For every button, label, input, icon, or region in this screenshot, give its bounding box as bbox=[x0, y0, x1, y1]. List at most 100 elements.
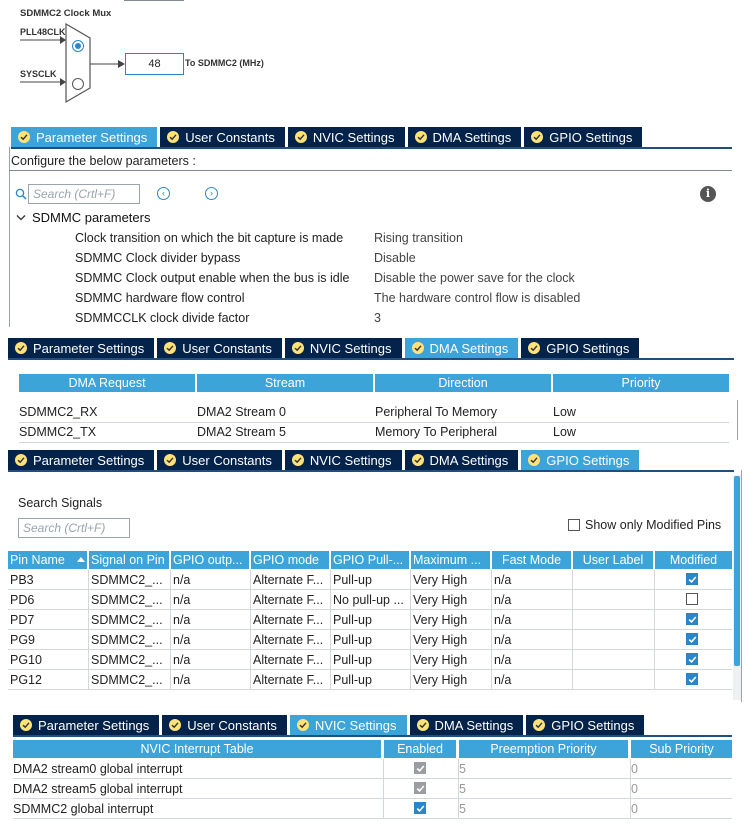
tab-gpio-settings[interactable]: GPIO Settings bbox=[521, 338, 640, 358]
check-circle-icon bbox=[15, 454, 27, 466]
tab-parameter-settings[interactable]: Parameter Settings bbox=[13, 715, 160, 735]
param-search-input[interactable]: Search (Crtl+F) bbox=[28, 184, 140, 204]
panel-border bbox=[737, 400, 738, 440]
gpio-header-pin-name[interactable]: Pin Name bbox=[8, 551, 87, 569]
dma-cell: Memory To Peripheral bbox=[375, 425, 498, 439]
tab-nvic-settings[interactable]: NVIC Settings bbox=[284, 450, 402, 470]
tab-parameter-settings[interactable]: Parameter Settings bbox=[8, 338, 155, 358]
nvic-enabled-checkbox[interactable] bbox=[414, 802, 426, 814]
modified-checkbox[interactable] bbox=[686, 673, 698, 685]
check-circle-icon bbox=[18, 131, 30, 143]
divider bbox=[9, 170, 732, 171]
modified-checkbox[interactable] bbox=[686, 633, 698, 645]
nvic-header-table[interactable]: NVIC Interrupt Table bbox=[13, 740, 381, 758]
gpio-header-user-label[interactable]: User Label bbox=[573, 551, 653, 569]
gpio-cell-output: n/a bbox=[171, 650, 251, 670]
mux-output-label: To SDMMC2 (MHz) bbox=[185, 58, 264, 68]
gpio-header-pull[interactable]: GPIO Pull-... bbox=[331, 551, 409, 569]
nvic-header-enabled[interactable]: Enabled bbox=[384, 740, 456, 758]
nvic-preemption-value[interactable]: 5 bbox=[459, 799, 519, 819]
modified-checkbox[interactable] bbox=[686, 573, 698, 585]
nvic-sub-value[interactable]: 0 bbox=[631, 799, 691, 819]
gpio-header-modified[interactable]: Modified bbox=[655, 551, 732, 569]
nvic-sub-value[interactable]: 0 bbox=[631, 759, 691, 779]
gpio-scrollbar-thumb[interactable] bbox=[734, 476, 740, 666]
tab-label: NVIC Settings bbox=[309, 340, 392, 356]
gpio-search-input[interactable]: Search (Crtl+F) bbox=[18, 518, 130, 538]
tab-nvic-settings[interactable]: NVIC Settings bbox=[289, 715, 407, 735]
mux-radio-pll48clk[interactable] bbox=[72, 40, 84, 52]
nvic-interrupt-name: DMA2 stream0 global interrupt bbox=[13, 762, 183, 776]
tab-dma-settings[interactable]: DMA Settings bbox=[409, 715, 524, 735]
gpio-cell-output: n/a bbox=[171, 670, 251, 690]
check-circle-icon bbox=[164, 342, 177, 354]
sdmmc-parameters-group[interactable]: SDMMC parameters bbox=[16, 210, 150, 225]
param-value[interactable]: The hardware control flow is disabled bbox=[374, 291, 580, 305]
param-value[interactable]: Disable the power save for the clock bbox=[374, 271, 575, 285]
info-icon[interactable]: i bbox=[700, 186, 716, 202]
tab-dma-settings[interactable]: DMA Settings bbox=[407, 127, 522, 147]
modified-checkbox[interactable] bbox=[686, 653, 698, 665]
tab-gpio-settings[interactable]: GPIO Settings bbox=[526, 715, 645, 735]
column-divider bbox=[458, 779, 459, 799]
tab-label: User Constants bbox=[182, 340, 272, 356]
dma-header-request[interactable]: DMA Request bbox=[19, 374, 195, 392]
gpio-cell-mode: Alternate F... bbox=[251, 610, 331, 630]
dma-cell: SDMMC2_RX bbox=[19, 405, 98, 419]
nvic-header-sub[interactable]: Sub Priority bbox=[631, 740, 732, 758]
tabbar-4: Parameter Settings User Constants NVIC S… bbox=[13, 715, 645, 735]
check-circle-icon bbox=[15, 342, 27, 354]
gpio-cell-signal: SDMMC2_... bbox=[89, 590, 171, 610]
tab-user-constants[interactable]: User Constants bbox=[160, 127, 285, 147]
param-value[interactable]: 3 bbox=[374, 311, 381, 325]
tab-user-constants[interactable]: User Constants bbox=[162, 715, 287, 735]
param-value[interactable]: Rising transition bbox=[374, 231, 463, 245]
tab-nvic-settings[interactable]: NVIC Settings bbox=[287, 127, 405, 147]
nvic-header-preemption[interactable]: Preemption Priority bbox=[459, 740, 628, 758]
param-value[interactable]: Disable bbox=[374, 251, 416, 265]
modified-checkbox[interactable] bbox=[686, 613, 698, 625]
gpio-header-mode[interactable]: GPIO mode bbox=[251, 551, 329, 569]
mux-radio-sysclk[interactable] bbox=[72, 78, 84, 90]
tab-parameter-settings[interactable]: Parameter Settings bbox=[8, 450, 155, 470]
gpio-cell-mode: Alternate F... bbox=[251, 670, 331, 690]
modified-checkbox[interactable] bbox=[686, 593, 698, 605]
tab-parameter-settings[interactable]: Parameter Settings bbox=[11, 127, 158, 147]
gpio-header-signal[interactable]: Signal on Pin bbox=[89, 551, 169, 569]
dma-header-stream[interactable]: Stream bbox=[197, 374, 373, 392]
gpio-cell-signal: SDMMC2_... bbox=[89, 570, 171, 590]
gpio-cell-pin: PB3 bbox=[8, 570, 89, 590]
tab-user-constants[interactable]: User Constants bbox=[157, 338, 282, 358]
dma-header-priority[interactable]: Priority bbox=[553, 374, 729, 392]
gpio-cell-output: n/a bbox=[171, 570, 251, 590]
nvic-preemption-value[interactable]: 5 bbox=[459, 759, 519, 779]
tab-gpio-settings[interactable]: GPIO Settings bbox=[521, 450, 640, 470]
gpio-header-speed[interactable]: Maximum ... bbox=[411, 551, 490, 569]
tab-gpio-settings[interactable]: GPIO Settings bbox=[524, 127, 643, 147]
search-prev-icon[interactable]: ‹ bbox=[157, 187, 170, 200]
tab-label: Parameter Settings bbox=[33, 340, 145, 356]
tab-dma-settings[interactable]: DMA Settings bbox=[404, 338, 519, 358]
param-name: SDMMC Clock divider bypass bbox=[75, 251, 241, 265]
tab-dma-settings[interactable]: DMA Settings bbox=[404, 450, 519, 470]
search-next-icon[interactable]: › bbox=[205, 187, 218, 200]
show-modified-checkbox[interactable] bbox=[568, 519, 580, 531]
gpio-cell-pin: PD7 bbox=[8, 610, 89, 630]
nvic-preemption-value[interactable]: 5 bbox=[459, 779, 519, 799]
configure-label: Configure the below parameters : bbox=[11, 154, 196, 168]
column-divider bbox=[630, 779, 631, 799]
tab-user-constants[interactable]: User Constants bbox=[157, 450, 282, 470]
check-circle-icon bbox=[411, 342, 424, 354]
mux-input-sysclk-label: SYSCLK bbox=[20, 69, 57, 79]
gpio-cell-label bbox=[573, 670, 655, 690]
check-circle-icon bbox=[291, 342, 304, 354]
check-circle-icon bbox=[291, 454, 304, 466]
dma-cell: SDMMC2_TX bbox=[19, 425, 97, 439]
gpio-header-output[interactable]: GPIO outp... bbox=[171, 551, 249, 569]
dma-header-direction[interactable]: Direction bbox=[375, 374, 551, 392]
gpio-cell-fast: n/a bbox=[492, 610, 573, 630]
tab-label: User Constants bbox=[187, 717, 277, 733]
gpio-header-fast-mode[interactable]: Fast Mode bbox=[492, 551, 571, 569]
tab-nvic-settings[interactable]: NVIC Settings bbox=[284, 338, 402, 358]
nvic-sub-value[interactable]: 0 bbox=[631, 779, 691, 799]
